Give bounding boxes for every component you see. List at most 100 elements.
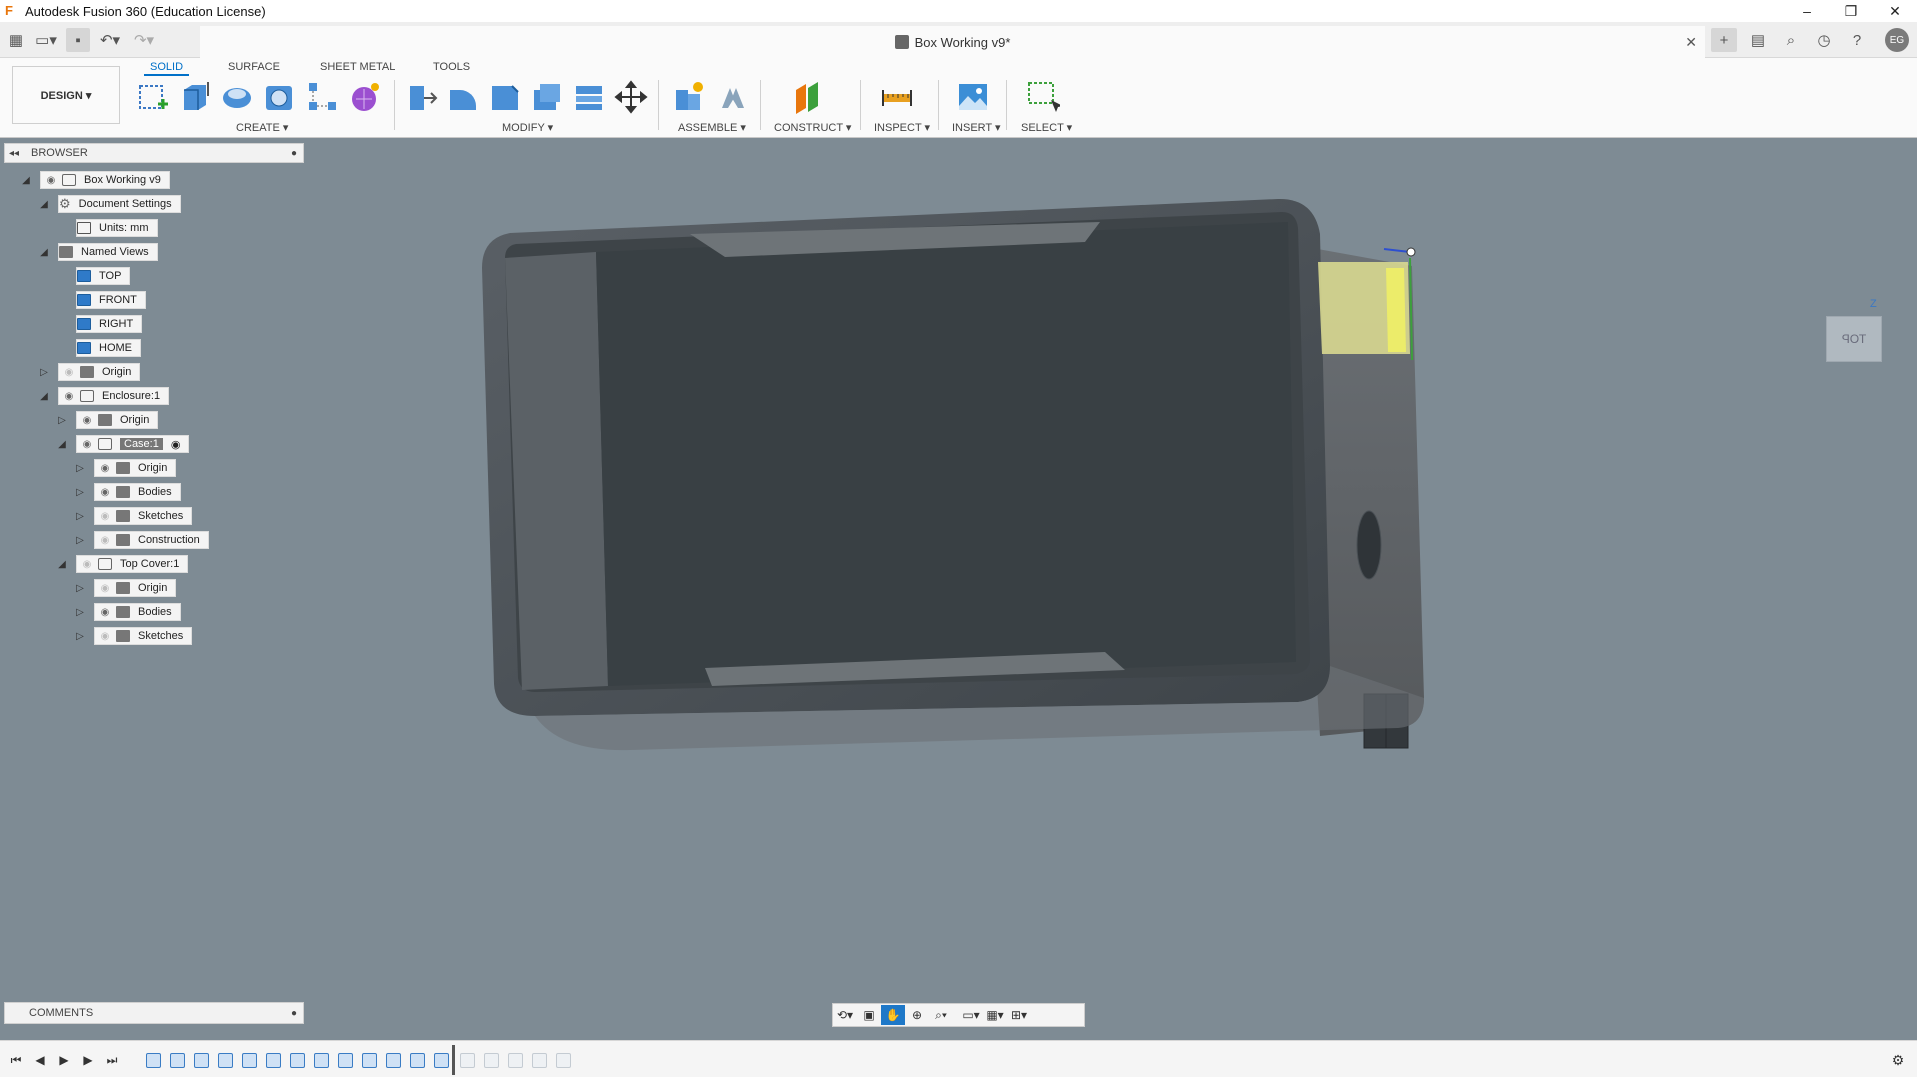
visibility-eye-icon[interactable]: ◉ — [80, 437, 94, 451]
visibility-eye-icon[interactable]: ◉ — [98, 533, 112, 547]
window-select-icon[interactable] — [1026, 80, 1063, 114]
timeline-feature-extrude[interactable] — [410, 1053, 425, 1068]
timeline-feature-suppressed[interactable] — [508, 1053, 523, 1068]
go-to-start-icon[interactable]: ⏮ — [8, 1053, 24, 1067]
timeline-feature-fillet[interactable] — [194, 1053, 209, 1068]
fit-icon[interactable]: ⌕▾ — [929, 1005, 953, 1025]
timeline-feature-sketch[interactable] — [290, 1053, 305, 1068]
create-sketch-icon[interactable] — [136, 80, 170, 114]
tree-node-view-home[interactable]: HOME — [76, 339, 141, 357]
tree-node-case-sketches[interactable]: ◉ Sketches — [94, 507, 193, 525]
extensions-icon[interactable]: ⌕ — [1778, 28, 1804, 52]
collapse-arrow-icon[interactable]: ◢ — [38, 199, 50, 211]
panel-pin-icon[interactable]: ● — [291, 148, 297, 159]
hole-icon[interactable] — [262, 80, 296, 114]
activate-component-icon[interactable]: ◉ — [171, 438, 181, 451]
visibility-eye-icon[interactable]: ◉ — [62, 389, 76, 403]
new-tab-icon[interactable]: + — [1711, 28, 1737, 52]
timeline-feature-suppressed[interactable] — [556, 1053, 571, 1068]
step-back-icon[interactable]: ◀ — [32, 1053, 48, 1067]
collapse-arrow-icon[interactable]: ◢ — [20, 175, 32, 187]
tree-node-units[interactable]: Units: mm — [76, 219, 158, 237]
zoom-icon[interactable]: ⊕ — [905, 1005, 929, 1025]
play-icon[interactable]: ▶ — [56, 1053, 72, 1067]
tree-node-enclosure-origin[interactable]: ◉ Origin — [76, 411, 159, 429]
round-port-hole[interactable] — [1356, 510, 1382, 580]
tab-sheet-metal[interactable]: SHEET METAL — [314, 58, 401, 76]
timeline-feature-suppressed[interactable] — [460, 1053, 475, 1068]
visibility-eye-icon[interactable]: ◉ — [98, 629, 112, 643]
collapse-panel-icon[interactable]: ◂◂ — [5, 148, 23, 159]
timeline-feature-suppressed[interactable] — [484, 1053, 499, 1068]
close-window-button[interactable]: ✕ — [1873, 0, 1917, 22]
tab-surface[interactable]: SURFACE — [222, 58, 286, 76]
expand-arrow-icon[interactable]: ▷ — [74, 631, 86, 643]
job-status-icon[interactable]: ▤ — [1745, 28, 1771, 52]
timeline-feature-sketch[interactable] — [386, 1053, 401, 1068]
tree-node-cover-origin[interactable]: ◉ Origin — [94, 579, 177, 597]
timeline-feature-suppressed[interactable] — [532, 1053, 547, 1068]
model-canvas[interactable] — [0, 138, 1917, 1031]
timeline-feature-extrude[interactable] — [434, 1053, 449, 1068]
visibility-eye-icon[interactable]: ◉ — [80, 557, 94, 571]
new-component-icon[interactable] — [672, 80, 706, 114]
press-pull-icon[interactable] — [404, 80, 438, 114]
tree-node-document-settings[interactable]: ⚙ Document Settings — [58, 195, 181, 213]
restore-button[interactable]: ❐ — [1829, 0, 1873, 22]
inspect-menu[interactable]: INSPECT ▾ — [874, 121, 930, 134]
tree-node-view-top[interactable]: TOP — [76, 267, 131, 285]
viewcube[interactable]: TOP — [1826, 316, 1882, 362]
collapse-arrow-icon[interactable]: ◢ — [38, 391, 50, 403]
tree-node-root[interactable]: ◉ Box Working v9 — [40, 171, 170, 189]
timeline-feature-sketch[interactable] — [146, 1053, 161, 1068]
tree-node-case-bodies[interactable]: ◉ Bodies — [94, 483, 181, 501]
display-settings-icon[interactable]: ▭▾ — [959, 1005, 983, 1025]
expand-arrow-icon[interactable]: ▷ — [74, 583, 86, 595]
help-icon[interactable]: ? — [1844, 28, 1870, 52]
joint-icon[interactable] — [716, 80, 750, 114]
viewports-icon[interactable]: ⊞▾ — [1007, 1005, 1031, 1025]
tree-node-cover-bodies[interactable]: ◉ Bodies — [94, 603, 181, 621]
step-forward-icon[interactable]: ▶ — [80, 1053, 96, 1067]
visibility-eye-icon[interactable]: ◉ — [98, 461, 112, 475]
close-tab-icon[interactable]: ✕ — [1685, 34, 1697, 51]
look-at-icon[interactable]: ▣ — [857, 1005, 881, 1025]
move-copy-icon[interactable] — [614, 80, 648, 114]
user-avatar[interactable]: EG — [1885, 28, 1909, 52]
extrude-icon[interactable] — [178, 80, 212, 114]
visibility-eye-icon[interactable]: ◉ — [98, 509, 112, 523]
modify-menu[interactable]: MODIFY ▾ — [502, 121, 553, 134]
vertex-point[interactable] — [1406, 247, 1416, 257]
pan-icon[interactable]: ✋ — [881, 1005, 905, 1025]
insert-image-icon[interactable] — [956, 80, 990, 114]
redo-icon[interactable]: ↷▾ — [130, 28, 158, 52]
tree-node-case-construction[interactable]: ◉ Construction — [94, 531, 209, 549]
visibility-eye-icon[interactable]: ◉ — [44, 173, 58, 187]
timeline-feature-shell[interactable] — [266, 1053, 281, 1068]
notifications-icon[interactable]: ◷ — [1811, 28, 1837, 52]
grid-settings-icon[interactable]: ▦▾ — [983, 1005, 1007, 1025]
canvas-viewport[interactable]: TOP Z — [0, 138, 1917, 1031]
expand-arrow-icon[interactable]: ▷ — [74, 535, 86, 547]
collapse-arrow-icon[interactable]: ◢ — [38, 247, 50, 259]
insert-menu[interactable]: INSERT ▾ — [952, 121, 1001, 134]
expand-arrow-icon[interactable]: ▷ — [74, 463, 86, 475]
tree-node-named-views[interactable]: Named Views — [58, 243, 158, 261]
fillet-icon[interactable] — [446, 80, 480, 114]
timeline-feature-fillet[interactable] — [218, 1053, 233, 1068]
expand-arrow-icon[interactable]: ▷ — [38, 367, 50, 379]
visibility-eye-icon[interactable]: ◉ — [80, 413, 94, 427]
chamfer-icon[interactable] — [488, 80, 522, 114]
collapse-arrow-icon[interactable]: ◢ — [56, 439, 68, 451]
tree-node-cover-sketches[interactable]: ◉ Sketches — [94, 627, 193, 645]
pattern-icon[interactable] — [306, 80, 340, 114]
timeline-marker[interactable] — [452, 1045, 455, 1075]
timeline-feature-extrude[interactable] — [170, 1053, 185, 1068]
undo-icon[interactable]: ↶▾ — [96, 28, 124, 52]
data-panel-grid-icon[interactable]: ▦ — [4, 28, 28, 52]
workspace-switcher-button[interactable]: DESIGN ▾ — [12, 66, 120, 124]
timeline-settings-gear-icon[interactable]: ⚙ — [1890, 1053, 1906, 1067]
offset-plane-icon[interactable] — [790, 80, 824, 114]
file-menu-icon[interactable]: ▭▾ — [32, 28, 60, 52]
tab-solid[interactable]: SOLID — [144, 58, 190, 76]
